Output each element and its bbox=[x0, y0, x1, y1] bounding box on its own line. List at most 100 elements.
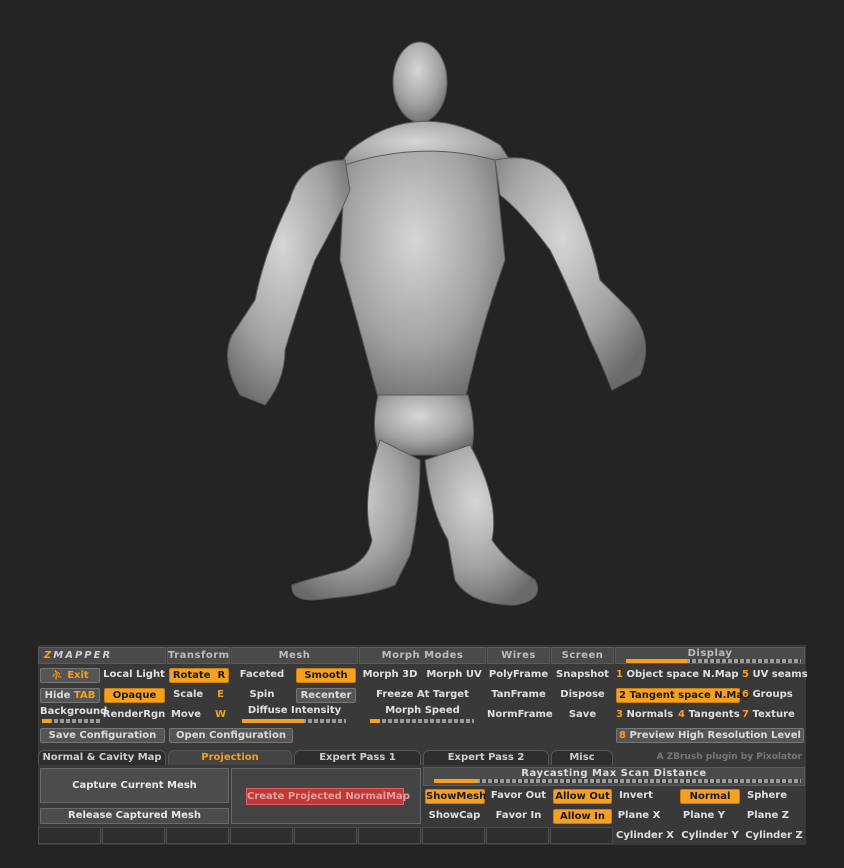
snapshot-button[interactable]: Snapshot bbox=[551, 667, 614, 683]
morph-speed-label: Morph Speed bbox=[385, 705, 460, 716]
display-num: 5 bbox=[742, 669, 749, 680]
scale-label: Scale bbox=[173, 689, 204, 700]
capture-current-mesh-button[interactable]: Capture Current Mesh bbox=[40, 768, 229, 803]
normframe-button[interactable]: NormFrame bbox=[487, 707, 553, 723]
diffuse-intensity-slider-fill bbox=[242, 719, 305, 723]
display-label: Display bbox=[687, 648, 733, 659]
empty-slot bbox=[230, 827, 293, 844]
display-label: Groups bbox=[752, 689, 793, 700]
display-tangent-space-nmap[interactable]: 2 Tangent space N.Map bbox=[616, 688, 750, 703]
display-num: 3 bbox=[616, 709, 623, 720]
plane-x-button[interactable]: Plane X bbox=[615, 808, 663, 824]
display-label: Tangent space N.Map bbox=[629, 690, 751, 701]
normal-button[interactable]: Normal bbox=[680, 789, 740, 804]
tab-expert-pass-1[interactable]: Expert Pass 1 bbox=[294, 750, 421, 765]
invert-button[interactable]: Invert bbox=[615, 788, 657, 804]
tanframe-button[interactable]: TanFrame bbox=[487, 687, 550, 703]
display-normals[interactable]: 3 Normals bbox=[616, 707, 676, 723]
save-configuration-button[interactable]: Save Configuration bbox=[40, 728, 165, 743]
favor-out-button[interactable]: Favor Out bbox=[487, 788, 550, 804]
cylinder-z-button[interactable]: Cylinder Z bbox=[744, 828, 804, 844]
smooth-button[interactable]: Smooth bbox=[296, 668, 356, 683]
empty-slot bbox=[486, 827, 549, 844]
display-groups[interactable]: 6 Groups bbox=[742, 687, 806, 703]
exit-button[interactable]: ⛹ Exit bbox=[40, 668, 100, 683]
open-configuration-button[interactable]: Open Configuration bbox=[169, 728, 293, 743]
opaque-button[interactable]: Opaque bbox=[104, 688, 165, 703]
allow-out-button[interactable]: Allow Out bbox=[553, 789, 612, 804]
freeze-at-target-button[interactable]: Freeze At Target bbox=[359, 687, 486, 703]
display-num: 7 bbox=[742, 709, 749, 720]
empty-slot bbox=[166, 827, 229, 844]
tab-misc[interactable]: Misc bbox=[551, 750, 613, 765]
tab-expert-pass-2[interactable]: Expert Pass 2 bbox=[423, 750, 549, 765]
faceted-button[interactable]: Faceted bbox=[231, 667, 293, 683]
empty-slot bbox=[422, 827, 485, 844]
display-label: UV seams bbox=[752, 669, 808, 680]
header-mesh: Mesh bbox=[231, 647, 358, 664]
exit-icon: ⛹ bbox=[51, 670, 68, 681]
move-button[interactable]: Move W bbox=[167, 707, 230, 723]
display-uv-seams[interactable]: 5 UV seams bbox=[742, 667, 808, 683]
morph-uv-button[interactable]: Morph UV bbox=[423, 667, 485, 683]
spin-button[interactable]: Spin bbox=[231, 687, 293, 703]
morph-speed-slider-fill bbox=[370, 719, 381, 723]
scale-button[interactable]: Scale E bbox=[167, 687, 230, 703]
empty-slot bbox=[294, 827, 357, 844]
local-light-button[interactable]: Local Light bbox=[102, 667, 166, 683]
polyframe-button[interactable]: PolyFrame bbox=[487, 667, 550, 683]
release-captured-mesh-button[interactable]: Release Captured Mesh bbox=[40, 808, 229, 824]
favor-in-button[interactable]: Favor In bbox=[487, 808, 550, 824]
hide-label: Hide bbox=[44, 690, 71, 701]
header-screen: Screen bbox=[551, 647, 614, 664]
logo-rest: MAPPER bbox=[53, 650, 113, 661]
sculpted-figure bbox=[227, 41, 647, 606]
recenter-button[interactable]: Recenter bbox=[296, 688, 356, 703]
hide-tab-button[interactable]: Hide TAB bbox=[40, 688, 100, 703]
render-rgn-button[interactable]: RenderRgn bbox=[102, 707, 166, 723]
logo-z: Z bbox=[44, 650, 54, 661]
show-cap-button[interactable]: ShowCap bbox=[423, 808, 486, 824]
display-num: 4 bbox=[678, 709, 685, 720]
sphere-button[interactable]: Sphere bbox=[742, 788, 792, 804]
header-transform: Transform bbox=[167, 647, 230, 664]
raycast-slider[interactable] bbox=[434, 779, 801, 783]
cylinder-x-button[interactable]: Cylinder X bbox=[615, 828, 675, 844]
plane-y-button[interactable]: Plane Y bbox=[680, 808, 728, 824]
raycast-slider-fill bbox=[434, 779, 479, 783]
morph-3d-button[interactable]: Morph 3D bbox=[359, 667, 421, 683]
plane-z-button[interactable]: Plane Z bbox=[744, 808, 792, 824]
display-label: Normals bbox=[626, 709, 674, 720]
display-label: Texture bbox=[752, 709, 795, 720]
display-object-space-nmap[interactable]: 1 Object space N.Map bbox=[616, 667, 739, 683]
display-label: Tangents bbox=[688, 709, 740, 720]
morph-speed-slider[interactable] bbox=[370, 719, 474, 723]
dispose-button[interactable]: Dispose bbox=[551, 687, 614, 703]
hide-tab-key: TAB bbox=[73, 690, 96, 701]
show-mesh-button[interactable]: ShowMesh bbox=[425, 789, 486, 804]
tab-projection[interactable]: Projection bbox=[168, 750, 292, 765]
display-slider[interactable] bbox=[626, 659, 801, 663]
display-texture[interactable]: 7 Texture bbox=[742, 707, 806, 723]
display-num: 1 bbox=[616, 669, 623, 680]
empty-slot bbox=[38, 827, 101, 844]
display-preview-high-resolution[interactable]: 8 Preview High Resolution Level bbox=[616, 728, 804, 743]
raycast-slider-header[interactable]: Raycasting Max Scan Distance bbox=[423, 767, 805, 786]
scale-key: E bbox=[217, 689, 224, 700]
rotate-button[interactable]: Rotate R bbox=[169, 668, 229, 683]
save-button[interactable]: Save bbox=[551, 707, 614, 723]
diffuse-intensity-slider[interactable] bbox=[242, 719, 346, 723]
viewport-canvas[interactable] bbox=[0, 0, 844, 645]
display-tangents[interactable]: 4 Tangents bbox=[678, 707, 740, 723]
rotate-label: Rotate bbox=[172, 670, 211, 681]
tab-normal-cavity-map[interactable]: Normal & Cavity Map bbox=[38, 750, 166, 765]
background-slider-fill bbox=[42, 719, 51, 723]
empty-slot bbox=[358, 827, 421, 844]
empty-slot bbox=[102, 827, 165, 844]
cylinder-y-button[interactable]: Cylinder Y bbox=[680, 828, 740, 844]
allow-in-button[interactable]: Allow In bbox=[553, 809, 612, 824]
create-projected-normalmap-button[interactable]: Create Projected NormalMap bbox=[246, 788, 410, 805]
display-label: Preview High Resolution Level bbox=[629, 730, 801, 741]
background-slider[interactable] bbox=[42, 719, 100, 723]
plugin-credit: A ZBrush plugin by Pixolator bbox=[656, 752, 802, 762]
